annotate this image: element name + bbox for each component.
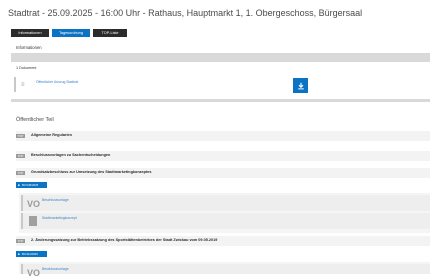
- divider-band: [11, 54, 430, 62]
- document-count: 1 Dokument: [16, 66, 37, 70]
- subitem-panel: VO Beschlussvorlage Stadtmarketingkonzep…: [19, 193, 430, 233]
- agenda-item-label: Beschlussvorlagen zu Sachentscheidungen: [31, 153, 111, 157]
- tab-bar: Informationen Tagesordnung TOP-Liste: [11, 29, 127, 37]
- agenda-item[interactable]: TOP Beschlussvorlagen zu Sachentscheidun…: [16, 151, 430, 161]
- download-button[interactable]: [293, 78, 308, 93]
- vorlage-badge[interactable]: BV/136/2025: [16, 182, 47, 188]
- divider-bar: [11, 99, 430, 102]
- tab-top-liste[interactable]: TOP-Liste: [93, 29, 127, 37]
- tab-tagesordnung[interactable]: Tagesordnung: [52, 29, 90, 37]
- vorlage-badge[interactable]: BV/111/2025: [16, 251, 47, 257]
- agenda-tag: TOP: [16, 171, 25, 175]
- agenda-item-label: Allgemeine Regularien: [31, 133, 72, 137]
- subitem-row: Stadtmarketingkonzept: [21, 213, 430, 229]
- subitem-row: VO Beschlussvorlage: [21, 264, 430, 278]
- section-title: Öffentlicher Teil: [16, 117, 54, 123]
- subitem-row: VO Beschlussvorlage: [21, 195, 430, 211]
- agenda-tag: TOP: [16, 154, 25, 158]
- download-icon: [297, 82, 304, 89]
- tab-informationen[interactable]: Informationen: [11, 29, 49, 37]
- agenda-item[interactable]: TOP Allgemeine Regularien: [16, 131, 430, 141]
- subitem-link[interactable]: Beschlussvorlage: [42, 198, 69, 202]
- agenda-tag: TOP: [16, 134, 25, 138]
- agenda-tag: TOP: [16, 239, 25, 243]
- agenda-item[interactable]: TOP 2. Änderungssatzung zur Betriebssatz…: [16, 236, 430, 246]
- subnav-informationen[interactable]: Informationen: [16, 45, 42, 50]
- sheet-icon: [29, 216, 37, 226]
- document-icon: ≡: [21, 82, 25, 88]
- subitem-link[interactable]: Beschlussvorlage: [42, 267, 69, 271]
- subitem-link[interactable]: Stadtmarketingkonzept: [42, 216, 77, 220]
- agenda-item-label: 2. Änderungssatzung zur Betriebssatzung …: [31, 238, 218, 242]
- document-row: ≡ Öffentlicher Auszug Stadtrat: [14, 77, 313, 92]
- document-link[interactable]: Öffentlicher Auszug Stadtrat: [36, 80, 78, 84]
- vo-icon: VO: [27, 199, 41, 209]
- subnav: Informationen: [11, 42, 430, 54]
- agenda-item-label: Grundsatzbeschluss zur Umsetzung des Sta…: [31, 170, 152, 174]
- page-title: Stadtrat - 25.09.2025 - 16:00 Uhr - Rath…: [8, 8, 363, 18]
- agenda-item[interactable]: TOP Grundsatzbeschluss zur Umsetzung des…: [16, 168, 430, 178]
- subitem-panel: VO Beschlussvorlage: [19, 262, 430, 278]
